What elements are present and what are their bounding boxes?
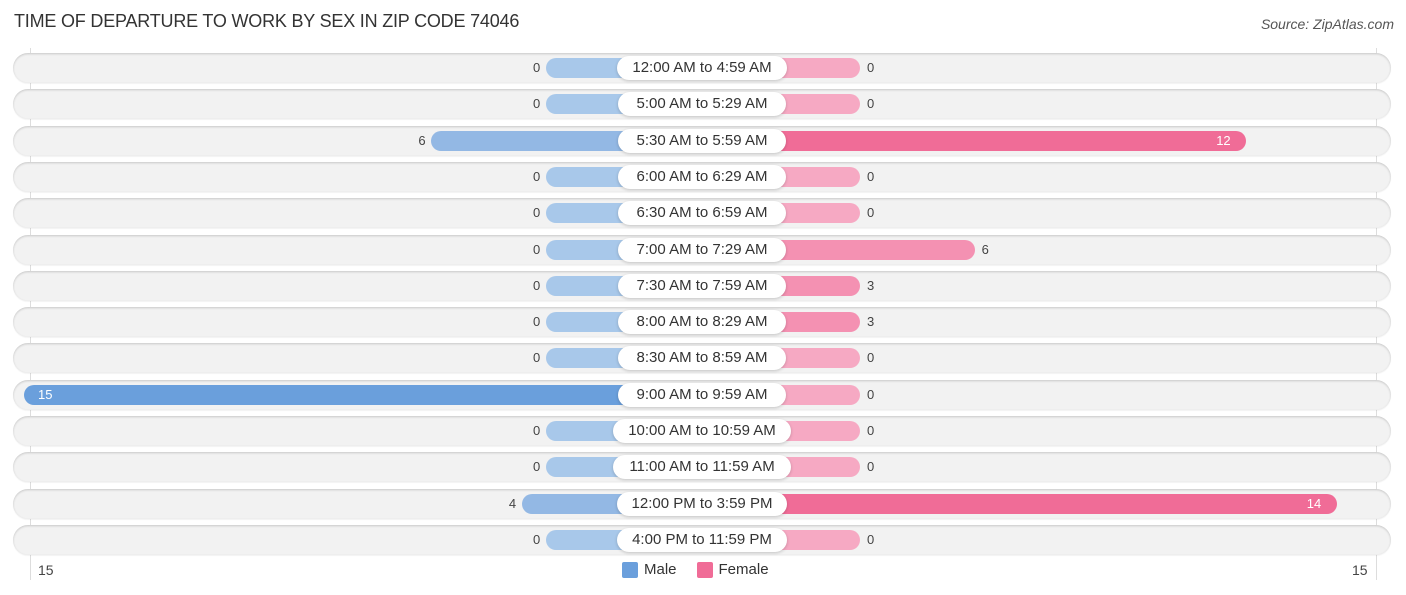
value-label-female: 3: [867, 314, 875, 330]
value-label-female: 0: [867, 350, 875, 366]
category-label: 8:30 AM to 8:59 AM: [618, 346, 786, 371]
value-label-male: 4: [508, 495, 517, 511]
category-label: 12:00 PM to 3:59 PM: [617, 491, 787, 516]
category-label: 4:00 PM to 11:59 PM: [617, 527, 787, 552]
legend-swatch-male: [622, 561, 638, 578]
value-label-female: 0: [867, 423, 875, 438]
bar-female[interactable]: [703, 493, 1337, 514]
value-label-female: 14: [1306, 495, 1322, 511]
value-label-male: 0: [533, 60, 541, 75]
value-label-female: 0: [867, 531, 875, 547]
legend-item-female: Female: [696, 561, 769, 578]
category-label: 5:00 AM to 5:29 AM: [618, 92, 786, 117]
category-label: 10:00 AM to 10:59 AM: [613, 419, 791, 443]
value-label-male: 0: [533, 168, 541, 184]
value-label-male: 0: [533, 350, 541, 366]
value-label-male: 0: [533, 531, 541, 547]
value-label-male: 0: [533, 459, 541, 475]
category-label: 7:00 AM to 7:29 AM: [618, 237, 786, 262]
value-label-male: 0: [533, 205, 541, 221]
value-label-female: 0: [867, 168, 875, 184]
category-label: 8:00 AM to 8:29 AM: [618, 310, 786, 335]
value-label-female: 0: [867, 205, 875, 221]
value-label-female: 12: [1216, 132, 1231, 148]
value-label-male: 0: [533, 314, 541, 330]
legend-label-male: Male: [644, 561, 677, 578]
value-label-female: 3: [867, 277, 875, 293]
bar-male[interactable]: [24, 384, 703, 405]
value-label-female: 0: [867, 459, 875, 475]
legend-item-male: Male: [622, 561, 677, 578]
legend: Male Female: [622, 561, 769, 578]
axis-tick-left: 15: [38, 562, 54, 578]
value-label-male: 6: [418, 132, 426, 148]
category-label: 9:00 AM to 9:59 AM: [618, 382, 786, 407]
value-label-female: 0: [867, 60, 875, 75]
value-label-male: 0: [533, 96, 541, 112]
source-label: Source: ZipAtlas.com: [1260, 16, 1394, 32]
category-label: 6:00 AM to 6:29 AM: [618, 164, 786, 189]
value-label-male: 0: [533, 241, 541, 257]
value-label-male: 15: [38, 386, 53, 402]
category-label: 5:30 AM to 5:59 AM: [618, 128, 786, 153]
category-label: 7:30 AM to 7:59 AM: [618, 273, 786, 298]
value-label-male: 0: [533, 277, 541, 293]
axis-tick-right: 15: [1352, 562, 1368, 578]
legend-label-female: Female: [718, 561, 769, 578]
category-label: 6:30 AM to 6:59 AM: [618, 201, 786, 226]
value-label-female: 0: [867, 96, 875, 112]
chart-title: TIME OF DEPARTURE TO WORK BY SEX IN ZIP …: [14, 11, 520, 31]
legend-swatch-female: [696, 561, 713, 578]
value-label-female: 0: [867, 386, 875, 402]
category-label: 11:00 AM to 11:59 AM: [613, 455, 791, 480]
value-label-female: 6: [981, 241, 989, 257]
category-label: 12:00 AM to 4:59 AM: [617, 56, 787, 80]
value-label-male: 0: [533, 423, 541, 438]
